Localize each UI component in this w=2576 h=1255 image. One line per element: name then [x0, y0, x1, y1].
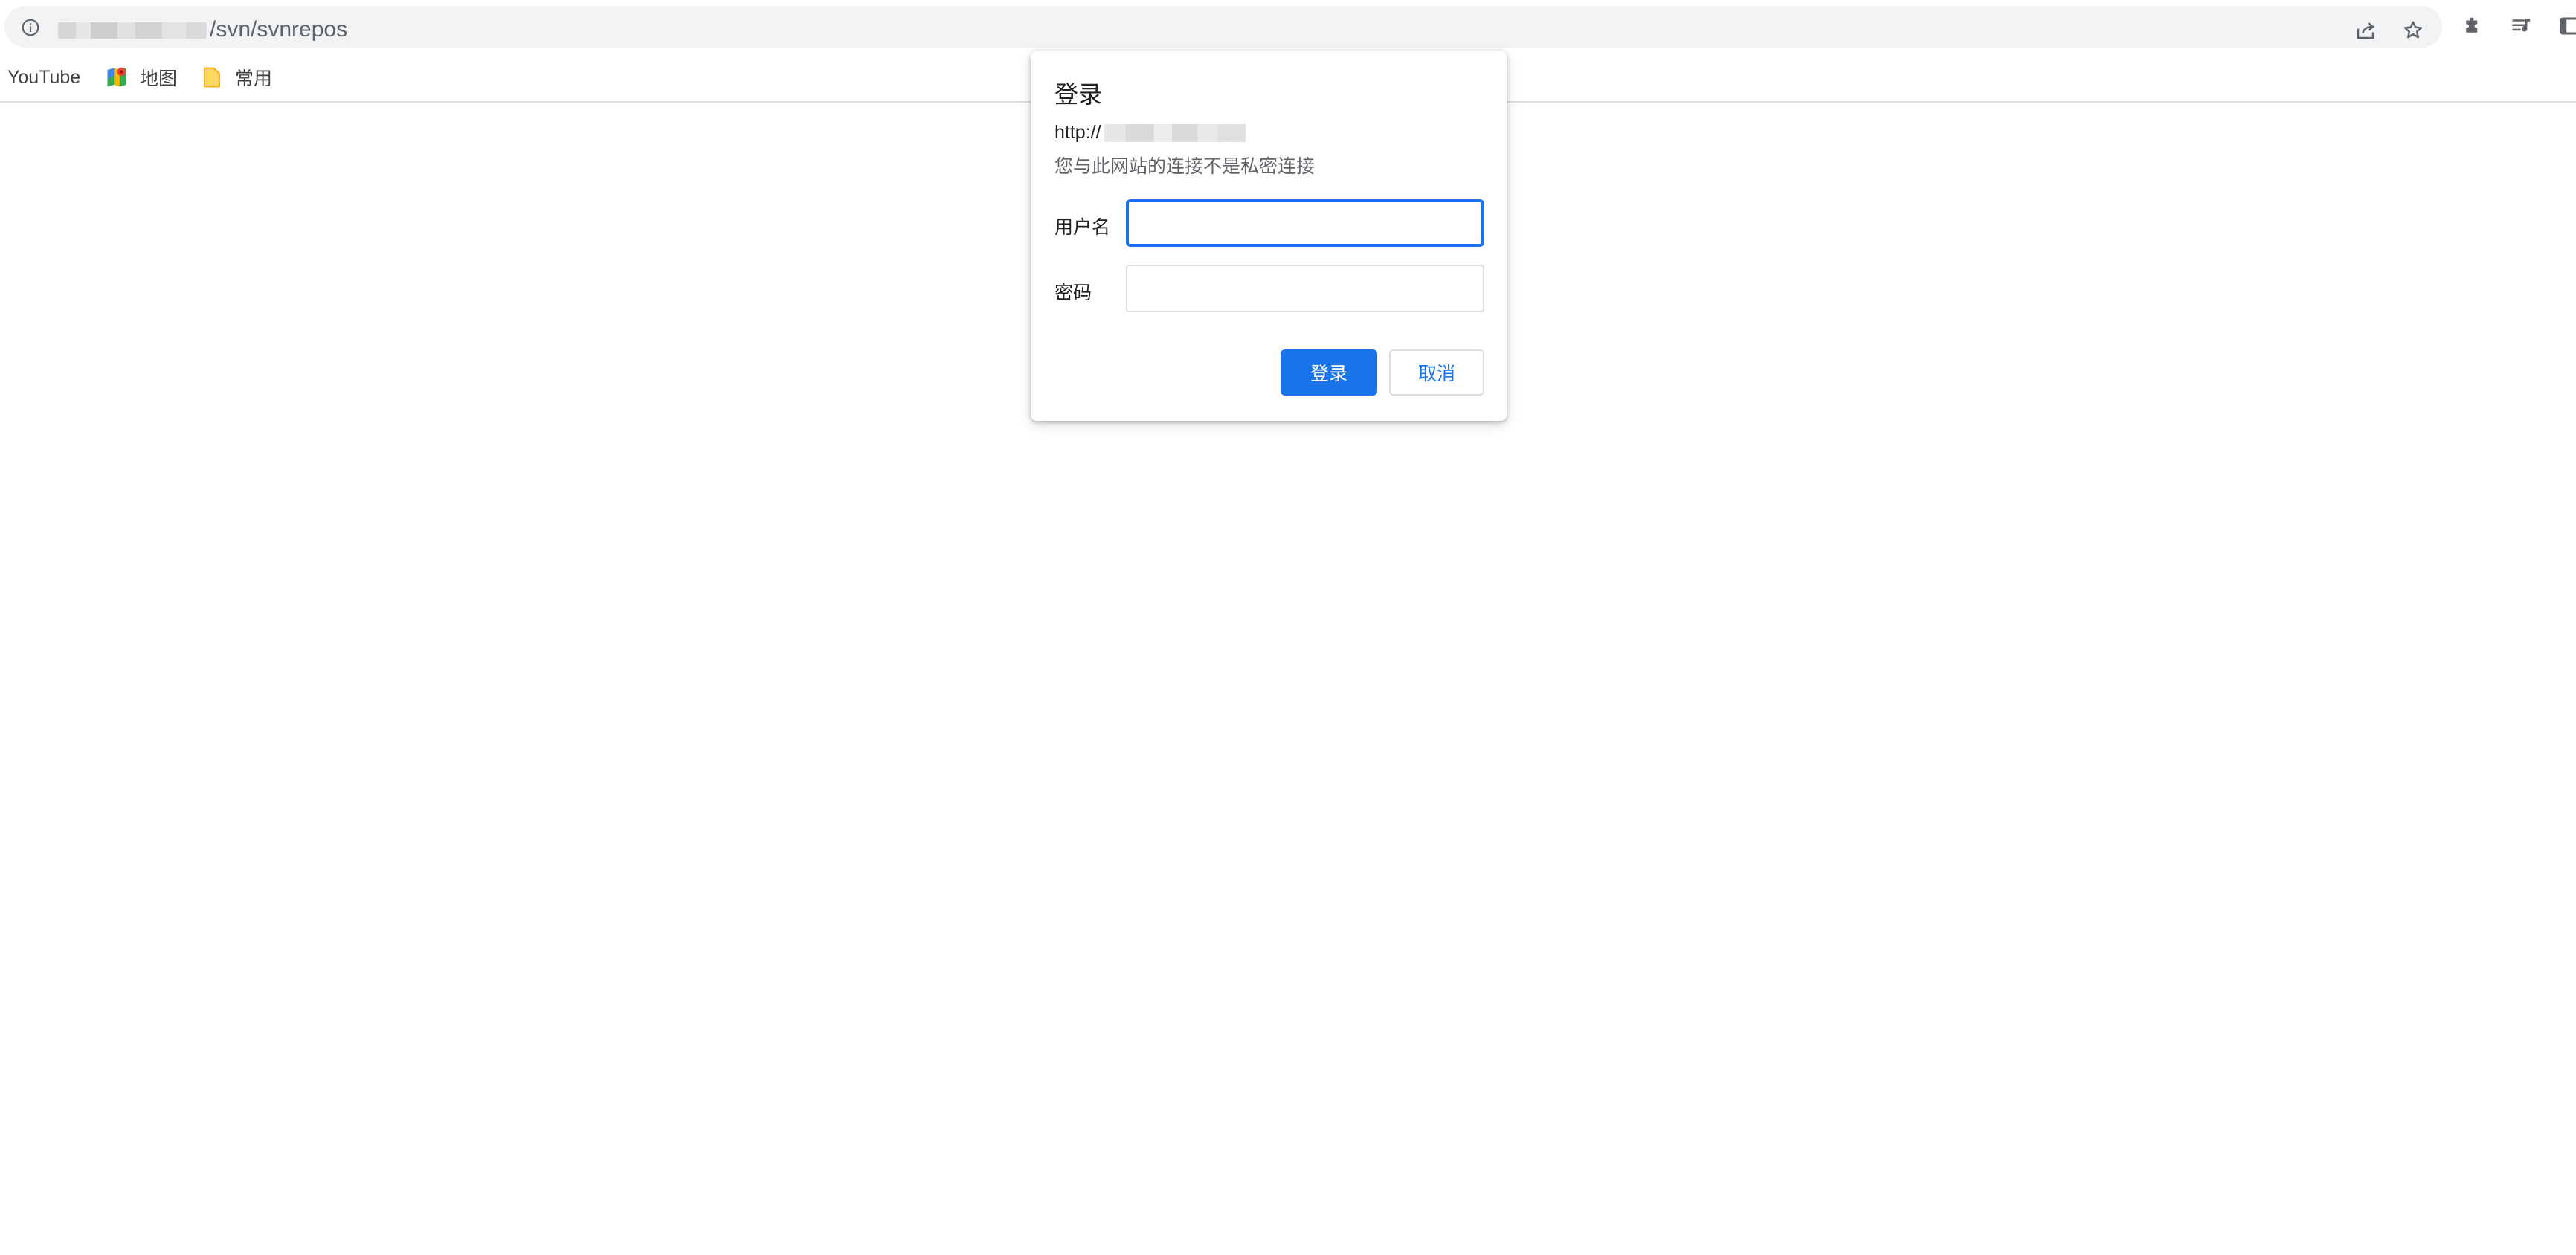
bookmark-maps[interactable]: 地图 [106, 62, 177, 92]
dialog-origin: http:// [1054, 122, 1246, 143]
password-label: 密码 [1054, 283, 1092, 303]
username-input[interactable] [1126, 199, 1484, 247]
bookmark-label: 常用 [235, 68, 273, 89]
dialog-title: 登录 [1054, 81, 1103, 108]
url-path[interactable]: /svn/svnrepos [210, 17, 347, 42]
extensions-icon[interactable] [2461, 15, 2484, 37]
bookmark-youtube[interactable]: YouTube [7, 62, 80, 92]
address-bar[interactable]: /svn/svnrepos [4, 6, 2442, 48]
side-panel-icon[interactable] [2558, 15, 2576, 37]
url-host-redacted [58, 22, 207, 39]
password-input[interactable] [1126, 265, 1484, 312]
login-button[interactable]: 登录 [1281, 349, 1377, 396]
connection-warning: 您与此网站的连接不是私密连接 [1054, 156, 1316, 177]
bookmark-label: 地图 [140, 68, 178, 89]
origin-prefix: http:// [1054, 122, 1101, 143]
share-icon[interactable] [2354, 19, 2377, 42]
star-icon[interactable] [2402, 19, 2424, 42]
maps-icon [107, 67, 126, 87]
folder-icon [204, 67, 220, 88]
bookmark-folder-common[interactable]: 常用 [201, 62, 272, 92]
sign-in-dialog: 登录 http:// 您与此网站的连接不是私密连接 用户名 密码 登录 取消 [1031, 51, 1507, 421]
origin-host-redacted [1104, 123, 1246, 142]
bookmark-label: YouTube [7, 66, 81, 88]
browser-toolbar: /svn/svnrepos [0, 0, 2576, 52]
reading-list-icon[interactable] [2511, 15, 2533, 37]
username-label: 用户名 [1054, 217, 1111, 238]
cancel-button[interactable]: 取消 [1389, 349, 1484, 396]
info-icon[interactable] [21, 18, 40, 37]
